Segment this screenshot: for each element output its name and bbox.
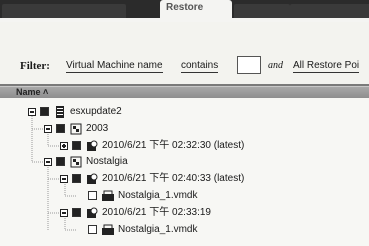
tree-node-nostalgia[interactable]: Nostalgia bbox=[0, 153, 369, 171]
restore-point-icon bbox=[87, 207, 98, 218]
restore-point-icon bbox=[87, 173, 98, 184]
collapse-toggle[interactable] bbox=[60, 175, 68, 183]
node-label: Nostalgia_1.vmdk bbox=[118, 224, 198, 235]
disk-icon bbox=[102, 224, 114, 235]
filter-row: Filter: Virtual Machine name contains an… bbox=[0, 54, 369, 78]
filter-operator-select[interactable]: contains bbox=[181, 60, 219, 73]
restore-point-icon bbox=[87, 140, 98, 151]
node-label: 2003 bbox=[86, 123, 109, 134]
tab-4[interactable] bbox=[234, 4, 290, 18]
node-checkbox[interactable] bbox=[56, 124, 65, 133]
tree-node-2003[interactable]: 2003 bbox=[0, 120, 369, 138]
filter-value-input[interactable] bbox=[237, 56, 261, 74]
node-label: esxupdate2 bbox=[70, 106, 122, 117]
disk-icon bbox=[102, 190, 114, 201]
tab-1[interactable] bbox=[2, 4, 72, 18]
tree-node-esxupdate2[interactable]: esxupdate2 bbox=[0, 103, 369, 121]
name-column-label: Name ˄ bbox=[16, 87, 49, 97]
tree-node-disk[interactable]: Nostalgia_1.vmdk bbox=[0, 187, 369, 205]
collapse-toggle[interactable] bbox=[60, 209, 68, 217]
filter-joiner-label: and bbox=[268, 60, 283, 71]
node-checkbox[interactable] bbox=[72, 141, 81, 150]
collapse-toggle[interactable] bbox=[28, 108, 36, 116]
tree-column-header[interactable]: Name ˄ bbox=[0, 87, 369, 98]
collapse-toggle[interactable] bbox=[44, 158, 52, 166]
node-label: 2010/6/21 下午 02:40:33 (latest) bbox=[102, 173, 245, 184]
node-checkbox[interactable] bbox=[88, 225, 97, 234]
vm-group-icon bbox=[70, 156, 82, 168]
node-label: Nostalgia bbox=[86, 156, 128, 167]
node-checkbox[interactable] bbox=[40, 107, 49, 116]
tree-node-restore-point[interactable]: 2010/6/21 下午 02:40:33 (latest) bbox=[0, 170, 369, 188]
tab-5[interactable] bbox=[290, 4, 369, 18]
node-checkbox[interactable] bbox=[72, 174, 81, 183]
filter-field-select[interactable]: Virtual Machine name bbox=[66, 60, 163, 73]
server-icon bbox=[56, 106, 64, 118]
tab-2[interactable] bbox=[66, 4, 126, 18]
node-label: Nostalgia_1.vmdk bbox=[118, 190, 198, 201]
vm-group-icon bbox=[70, 123, 82, 135]
tree-node-disk[interactable]: Nostalgia_1.vmdk bbox=[0, 221, 369, 239]
filter-label: Filter: bbox=[20, 60, 50, 72]
restore-tree: esxupdate2 2003 2010/6/21 下午 02:32:30 (l… bbox=[0, 98, 369, 246]
node-label: 2010/6/21 下午 02:33:19 bbox=[102, 207, 211, 218]
node-checkbox[interactable] bbox=[72, 208, 81, 217]
filter-scope-select[interactable]: All Restore Poi bbox=[293, 60, 360, 73]
tree-node-restore-point[interactable]: 2010/6/21 下午 02:33:19 bbox=[0, 204, 369, 222]
node-checkbox[interactable] bbox=[56, 157, 65, 166]
node-checkbox[interactable] bbox=[88, 191, 97, 200]
collapse-toggle[interactable] bbox=[44, 125, 52, 133]
expand-toggle[interactable] bbox=[60, 142, 68, 150]
